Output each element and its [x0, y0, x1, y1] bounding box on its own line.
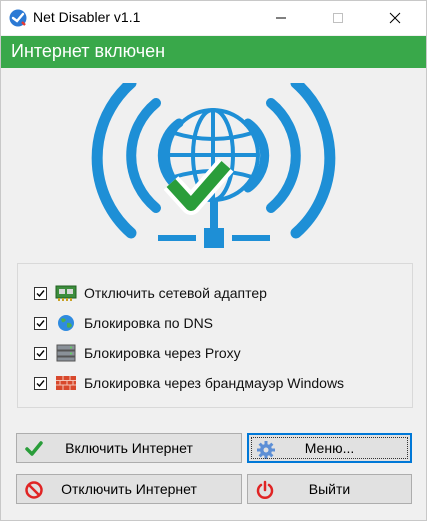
option-label: Блокировка по DNS	[84, 315, 214, 331]
maximize-icon	[333, 13, 343, 23]
checkbox-firewall[interactable]	[34, 376, 47, 390]
network-adapter-icon	[55, 285, 77, 301]
checkmark-icon	[36, 319, 45, 327]
power-icon	[256, 480, 274, 499]
enable-internet-label: Включить Интернет	[65, 440, 193, 456]
status-banner: Интернет включен	[1, 36, 426, 68]
checkbox-proxy[interactable]	[34, 346, 47, 360]
server-icon	[56, 344, 76, 362]
disable-internet-button[interactable]: Отключить Интернет	[16, 474, 242, 504]
menu-label: Меню...	[304, 440, 355, 456]
blocking-options-group: Отключить сетевой адаптер Блокировка по …	[17, 263, 413, 408]
option-label: Блокировка через Proxy	[84, 345, 241, 361]
close-button[interactable]	[372, 1, 418, 35]
option-label: Отключить сетевой адаптер	[84, 285, 267, 301]
checkmark-icon	[36, 349, 45, 357]
disable-internet-label: Отключить Интернет	[61, 481, 197, 497]
title-bar: Net Disabler v1.1	[1, 1, 426, 35]
status-text: Интернет включен	[11, 41, 166, 61]
option-label: Блокировка через брандмауэр Windows	[84, 375, 345, 391]
green-check-icon	[25, 441, 43, 456]
window-title: Net Disabler v1.1	[33, 9, 141, 25]
app-logo-icon	[9, 9, 27, 27]
checkbox-dns[interactable]	[34, 316, 47, 330]
option-firewall[interactable]: Блокировка через брандмауэр Windows	[34, 373, 344, 393]
checkbox-network-adapter[interactable]	[34, 286, 47, 300]
exit-button[interactable]: Выйти	[247, 474, 412, 504]
gear-icon	[257, 441, 275, 459]
enable-internet-button[interactable]: Включить Интернет	[16, 433, 242, 463]
exit-label: Выйти	[308, 481, 351, 497]
option-network-adapter[interactable]: Отключить сетевой адаптер	[34, 283, 267, 303]
option-proxy[interactable]: Блокировка через Proxy	[34, 343, 241, 363]
app-window: Net Disabler v1.1 Интернет включен Отклю…	[0, 0, 427, 521]
wifi-globe-check-icon	[91, 83, 336, 248]
checkmark-icon	[36, 379, 45, 387]
close-icon	[389, 12, 401, 24]
menu-button[interactable]: Меню...	[247, 433, 412, 463]
globe-icon	[58, 315, 74, 331]
minimize-icon	[276, 17, 286, 19]
no-entry-icon	[25, 481, 43, 499]
option-dns[interactable]: Блокировка по DNS	[34, 313, 213, 333]
maximize-button[interactable]	[315, 1, 361, 35]
minimize-button[interactable]	[258, 1, 304, 35]
checkmark-icon	[36, 289, 45, 297]
firewall-brick-icon	[56, 376, 76, 390]
